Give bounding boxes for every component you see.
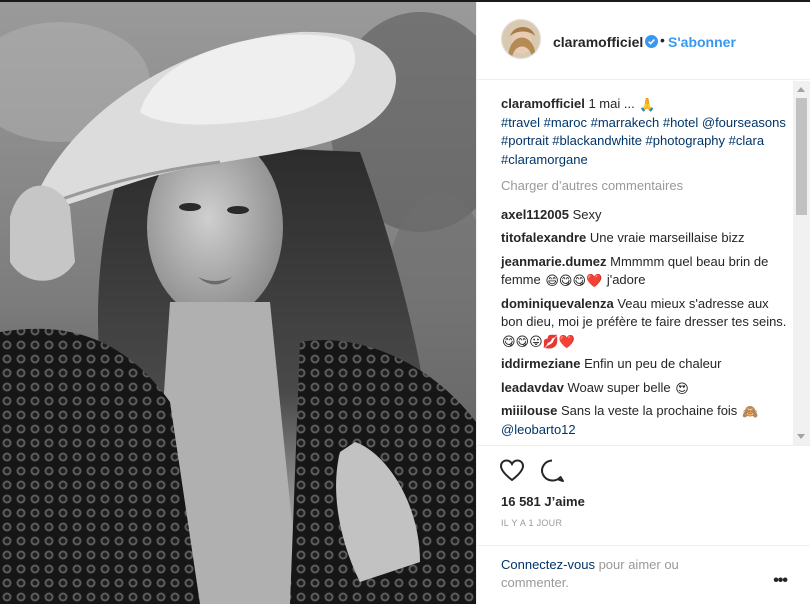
comment-emoji: 🙈 bbox=[741, 404, 759, 419]
avatar[interactable] bbox=[501, 19, 541, 59]
comment-text: Une vraie marseillaise bizz bbox=[589, 230, 745, 245]
comment-username[interactable]: miiilouse bbox=[501, 403, 557, 418]
comment-emoji: 😋😋😛💋❤️ bbox=[502, 333, 576, 349]
follow-button[interactable]: S'abonner bbox=[668, 34, 736, 50]
avatar-image bbox=[502, 20, 540, 58]
comment-username[interactable]: iddirmeziane bbox=[501, 356, 580, 371]
comment-item: dominiquevalenza Veau mieux s'adresse au… bbox=[501, 295, 791, 351]
caption-text: 1 mai ... bbox=[588, 96, 635, 111]
comment-text-continued: j'adore bbox=[606, 272, 646, 287]
scroll-down-icon[interactable] bbox=[797, 434, 805, 439]
comment-item: jeanmarie.dumez Mmmmm quel beau brin de … bbox=[501, 253, 791, 290]
scrollbar-thumb[interactable] bbox=[796, 98, 807, 215]
comments-list[interactable]: claramofficiel 1 mai ... 🙏 #travel #maro… bbox=[477, 81, 810, 445]
caption-username[interactable]: claramofficiel bbox=[501, 96, 585, 111]
comment-item: titofalexandre Une vraie marseillaise bi… bbox=[501, 229, 791, 248]
post-photo[interactable] bbox=[0, 2, 476, 604]
caption-hashtags[interactable]: #travel #maroc #marrakech #hotel @fourse… bbox=[501, 115, 786, 167]
comment-username[interactable]: axel112005 bbox=[501, 207, 569, 222]
comment-item: miiilouse Sans la veste la prochaine foi… bbox=[501, 402, 791, 439]
post-actions: 16 581 J’aime IL Y A 1 JOUR bbox=[477, 445, 810, 545]
post-timestamp: IL Y A 1 JOUR bbox=[501, 518, 563, 528]
comment-emoji: 😍 bbox=[675, 380, 689, 396]
load-more-comments-button[interactable]: Charger d’autres commentaires bbox=[501, 177, 791, 196]
comment-username[interactable]: titofalexandre bbox=[501, 230, 586, 245]
comments-scrollbar[interactable] bbox=[793, 81, 810, 445]
comment-emoji: 😄😋😋❤️ bbox=[545, 273, 603, 288]
heart-icon[interactable] bbox=[499, 458, 525, 484]
more-options-icon[interactable]: ••• bbox=[773, 572, 788, 590]
comment-text: Sans la veste la prochaine fois bbox=[560, 403, 738, 418]
header-separator: • bbox=[660, 32, 665, 48]
comment-mention[interactable]: @leobarto12 bbox=[501, 422, 576, 437]
comment-item: leadavdav Woaw super belle 😍 bbox=[501, 379, 791, 398]
post-header: claramofficiel • S'abonner bbox=[477, 2, 810, 80]
verified-badge-icon bbox=[645, 35, 658, 48]
header-username[interactable]: claramofficiel bbox=[553, 34, 643, 50]
comment-login-prompt: Connectez-vous pour aimer ou commenter. … bbox=[477, 545, 810, 604]
comment-item: iddirmeziane Enfin un peu de chaleur bbox=[501, 355, 791, 374]
comment-text: Sexy bbox=[572, 206, 602, 222]
comment-username[interactable]: leadavdav bbox=[501, 380, 564, 395]
comment-username[interactable]: dominiquevalenza bbox=[501, 296, 614, 311]
comment-icon[interactable] bbox=[539, 458, 565, 484]
comment-text: Woaw super belle bbox=[567, 379, 671, 395]
comment-item: axel112005 Sexy bbox=[501, 206, 791, 225]
comment-username[interactable]: jeanmarie.dumez bbox=[501, 254, 607, 269]
post-photo-image bbox=[0, 2, 476, 604]
comment-text: Enfin un peu de chaleur bbox=[584, 356, 722, 371]
likes-count[interactable]: 16 581 J’aime bbox=[501, 494, 585, 509]
caption: claramofficiel 1 mai ... 🙏 #travel #maro… bbox=[501, 95, 791, 169]
post-side-panel: claramofficiel • S'abonner claramofficie… bbox=[476, 2, 810, 604]
scroll-up-icon[interactable] bbox=[797, 87, 805, 92]
login-link[interactable]: Connectez-vous bbox=[501, 557, 595, 572]
caption-emoji: 🙏 bbox=[639, 97, 656, 112]
